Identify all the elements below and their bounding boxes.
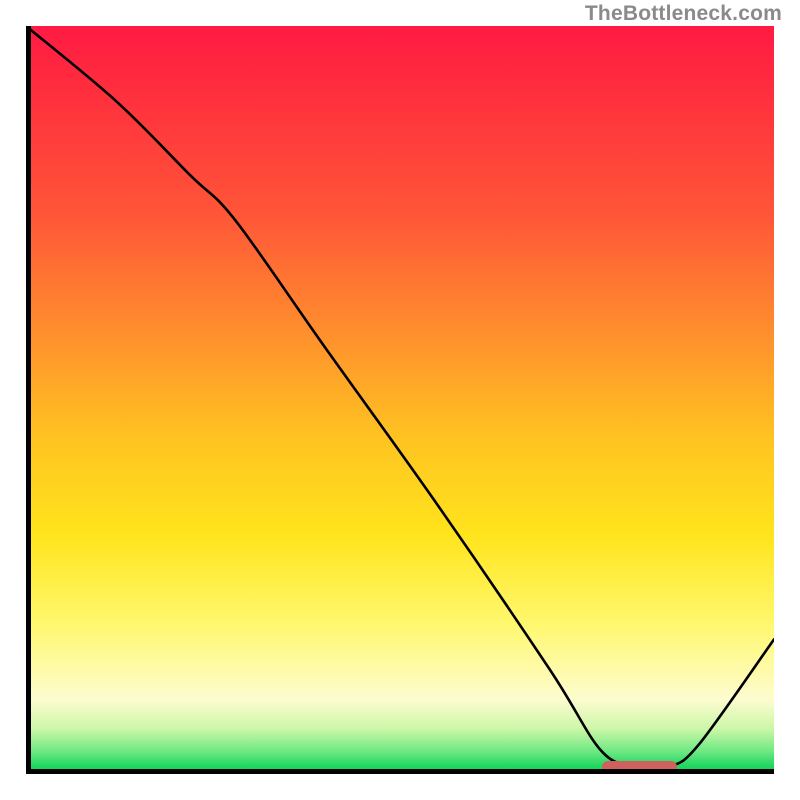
chart-plot-area — [26, 26, 774, 774]
optimal-range-marker — [602, 761, 677, 773]
attribution-text: TheBottleneck.com — [585, 2, 782, 26]
chart-background-gradient — [26, 26, 774, 774]
